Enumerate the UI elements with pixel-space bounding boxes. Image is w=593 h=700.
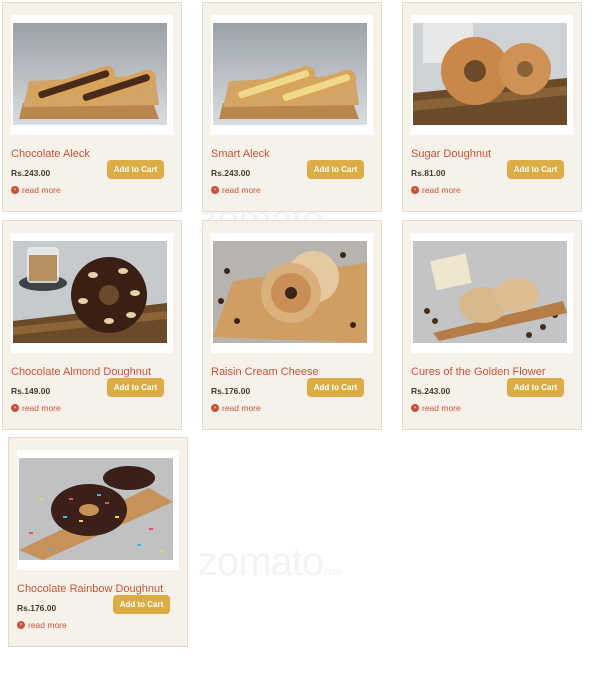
read-more-link[interactable]: › read more [211, 185, 261, 195]
product-name[interactable]: Sugar Doughnut [411, 148, 491, 160]
product-image[interactable] [413, 23, 567, 125]
product-name[interactable]: Chocolate Rainbow Doughnut [17, 583, 163, 595]
product-name[interactable]: Cures of the Golden Flower [411, 366, 546, 378]
arrow-circle-icon: › [11, 186, 19, 194]
product-image-frame [411, 15, 573, 135]
add-to-cart-button[interactable]: Add to Cart [507, 160, 564, 179]
arrow-circle-icon: › [411, 186, 419, 194]
read-more-link[interactable]: › read more [11, 403, 61, 413]
product-image[interactable] [413, 241, 567, 343]
read-more-link[interactable]: › read more [411, 403, 461, 413]
product-image-frame [11, 233, 173, 353]
product-image[interactable] [19, 458, 173, 560]
add-to-cart-button[interactable]: Add to Cart [307, 160, 364, 179]
product-image-frame [411, 233, 573, 353]
product-name[interactable]: Chocolate Almond Doughnut [11, 366, 151, 378]
product-card: Chocolate Almond Doughnut Rs.149.00 Add … [2, 220, 182, 430]
product-image[interactable] [213, 23, 367, 125]
product-image-frame [211, 15, 373, 135]
product-price: Rs.243.00 [11, 168, 51, 178]
product-image-frame [211, 233, 373, 353]
add-to-cart-button[interactable]: Add to Cart [107, 160, 164, 179]
add-to-cart-button[interactable]: Add to Cart [507, 378, 564, 397]
product-price: Rs.176.00 [17, 603, 57, 613]
product-image[interactable] [13, 241, 167, 343]
read-more-link[interactable]: › read more [211, 403, 261, 413]
product-card: Cures of the Golden Flower Rs.243.00 Add… [402, 220, 582, 430]
product-card: Raisin Cream Cheese Rs.176.00 Add to Car… [202, 220, 382, 430]
product-image[interactable] [13, 23, 167, 125]
product-price: Rs.243.00 [411, 386, 451, 396]
read-more-label: read more [28, 620, 67, 630]
read-more-label: read more [22, 185, 61, 195]
read-more-label: read more [22, 403, 61, 413]
add-to-cart-button[interactable]: Add to Cart [107, 378, 164, 397]
read-more-label: read more [422, 185, 461, 195]
product-card: Chocolate Aleck Rs.243.00 Add to Cart › … [2, 2, 182, 212]
read-more-link[interactable]: › read more [411, 185, 461, 195]
product-image-frame [17, 450, 179, 570]
arrow-circle-icon: › [211, 186, 219, 194]
product-price: Rs.81.00 [411, 168, 446, 178]
add-to-cart-button[interactable]: Add to Cart [113, 595, 170, 614]
product-price: Rs.243.00 [211, 168, 251, 178]
product-price: Rs.176.00 [211, 386, 251, 396]
product-image[interactable] [213, 241, 367, 343]
product-price: Rs.149.00 [11, 386, 51, 396]
arrow-circle-icon: › [11, 404, 19, 412]
product-name[interactable]: Smart Aleck [211, 148, 270, 160]
read-more-label: read more [422, 403, 461, 413]
product-name[interactable]: Raisin Cream Cheese [211, 366, 319, 378]
read-more-label: read more [222, 403, 261, 413]
product-card: Smart Aleck Rs.243.00 Add to Cart › read… [202, 2, 382, 212]
zomato-watermark: zomato.com [198, 540, 342, 584]
product-image-frame [11, 15, 173, 135]
product-name[interactable]: Chocolate Aleck [11, 148, 90, 160]
read-more-link[interactable]: › read more [17, 620, 67, 630]
product-card: Sugar Doughnut Rs.81.00 Add to Cart › re… [402, 2, 582, 212]
product-card: Chocolate Rainbow Doughnut Rs.176.00 Add… [8, 437, 188, 647]
arrow-circle-icon: › [211, 404, 219, 412]
add-to-cart-button[interactable]: Add to Cart [307, 378, 364, 397]
read-more-label: read more [222, 185, 261, 195]
arrow-circle-icon: › [411, 404, 419, 412]
arrow-circle-icon: › [17, 621, 25, 629]
read-more-link[interactable]: › read more [11, 185, 61, 195]
